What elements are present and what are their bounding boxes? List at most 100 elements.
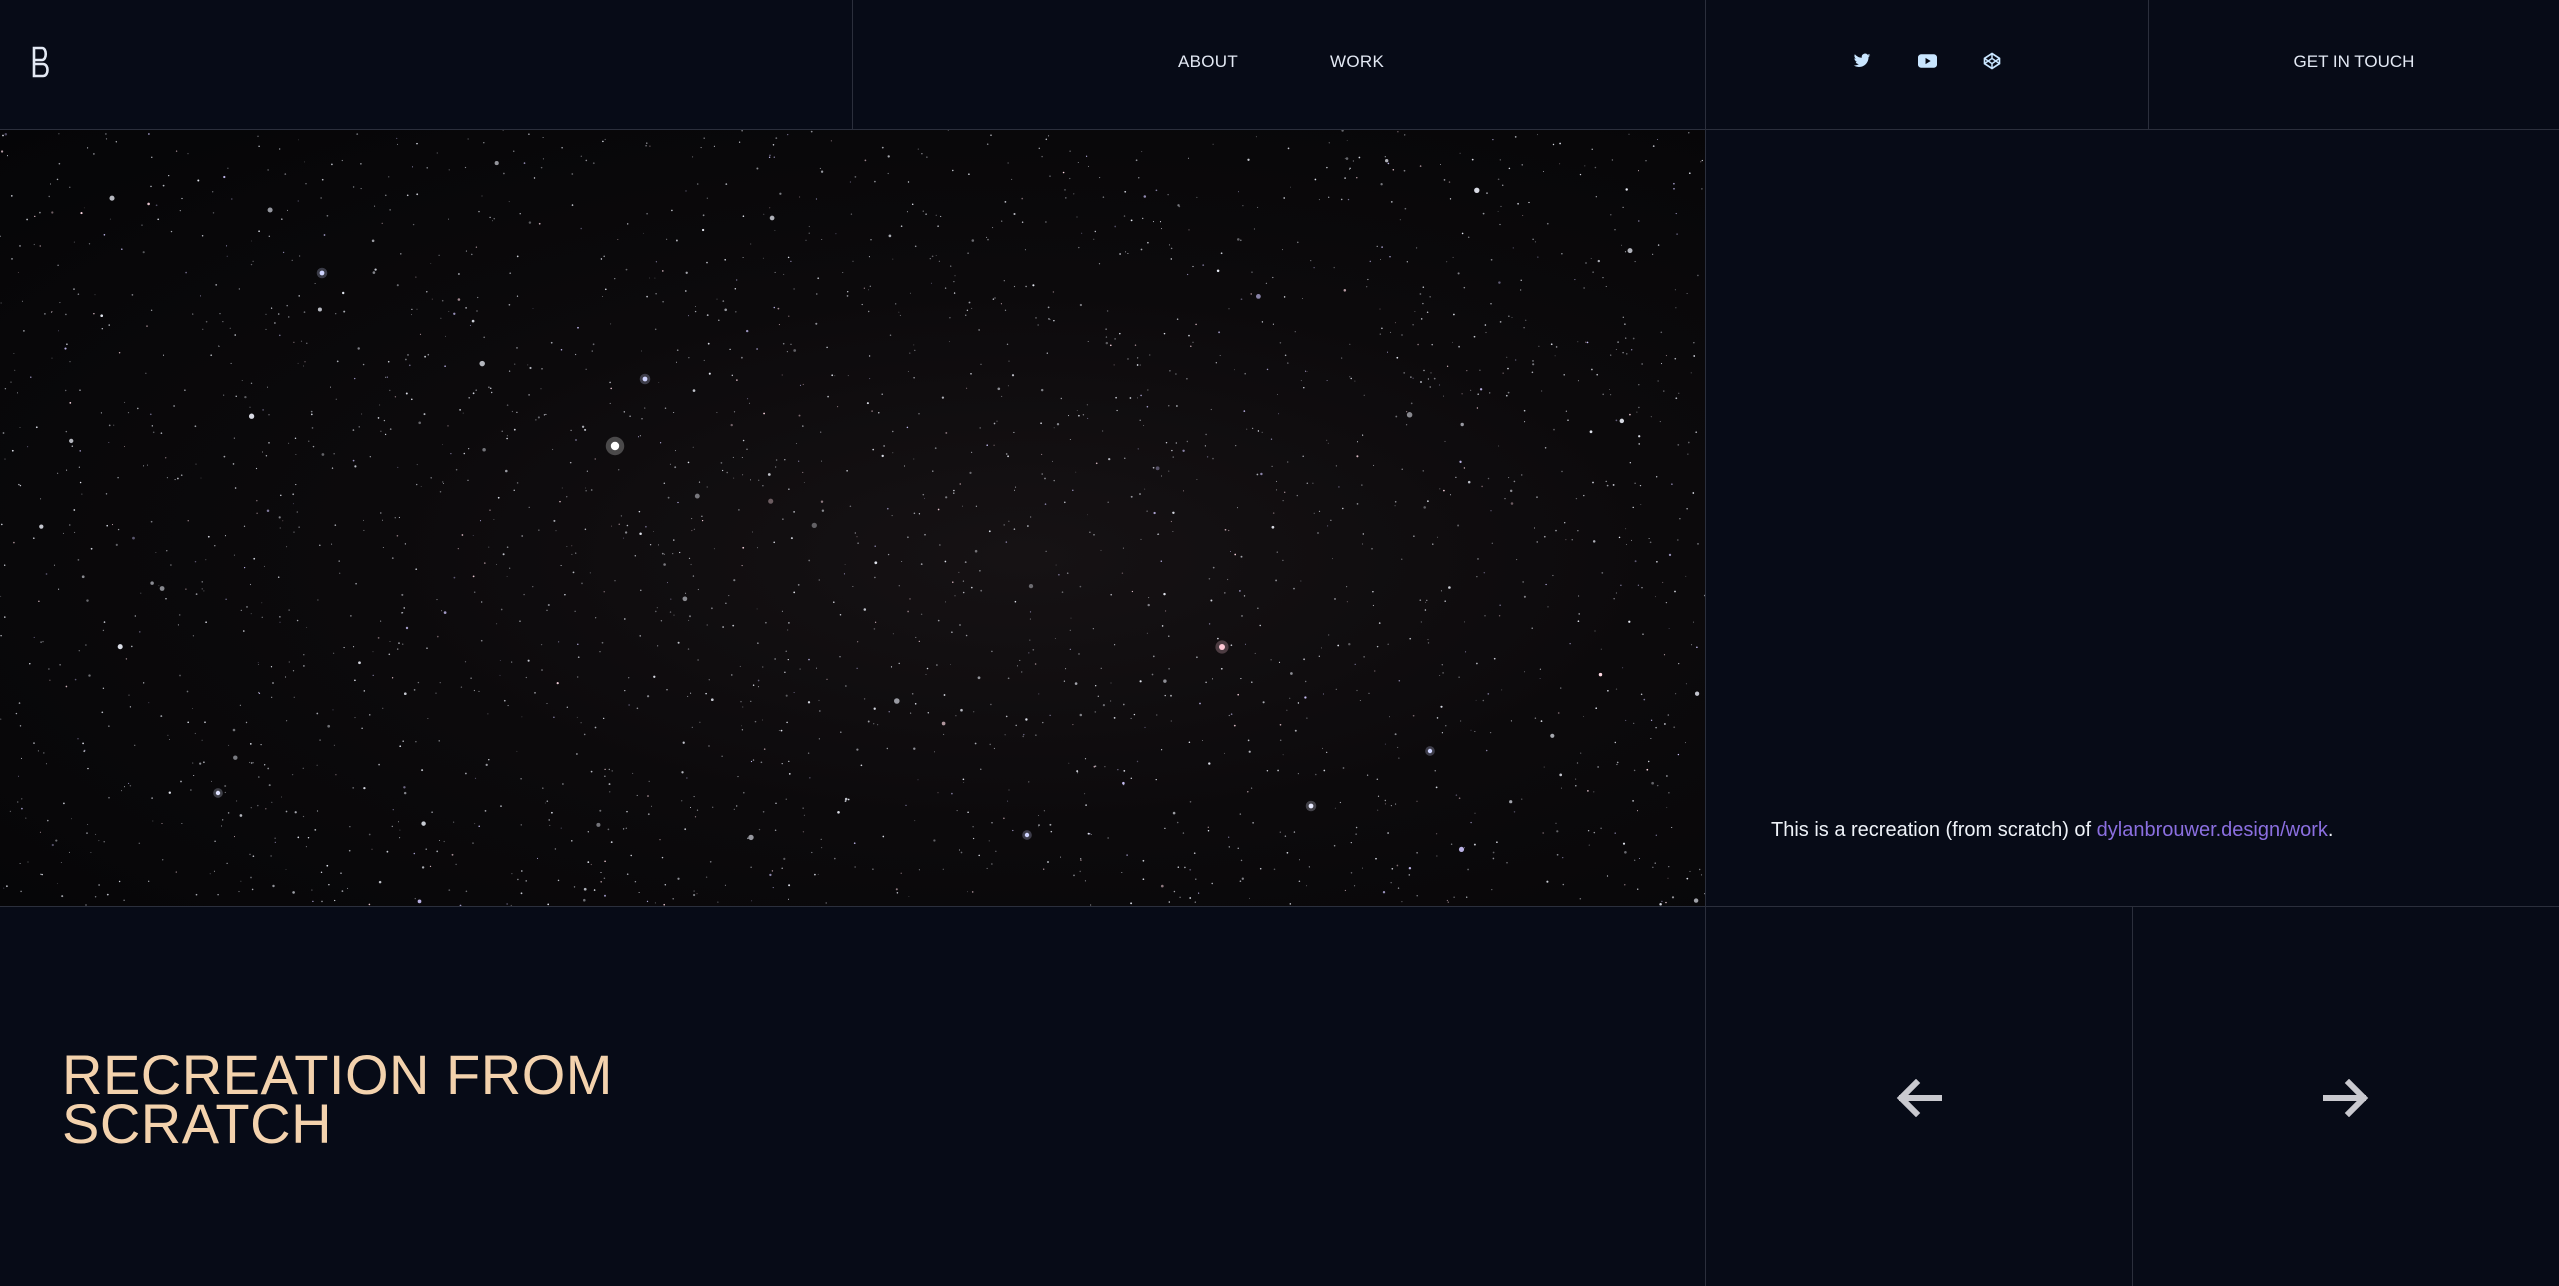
star bbox=[1178, 205, 1181, 208]
star bbox=[338, 560, 340, 562]
star bbox=[590, 770, 593, 773]
star bbox=[587, 831, 589, 833]
credit-link[interactable]: dylanbrouwer.design/work bbox=[2097, 819, 2328, 841]
star bbox=[1610, 354, 1612, 356]
star bbox=[402, 740, 404, 742]
star bbox=[19, 484, 22, 487]
star bbox=[1571, 539, 1573, 541]
star bbox=[1349, 376, 1351, 378]
star bbox=[1417, 343, 1419, 346]
star bbox=[1186, 377, 1188, 380]
star bbox=[1459, 460, 1462, 463]
star bbox=[962, 580, 965, 582]
star bbox=[1620, 584, 1622, 587]
codepen-icon[interactable] bbox=[1981, 50, 2003, 72]
star bbox=[673, 539, 675, 541]
star bbox=[566, 706, 568, 708]
star bbox=[943, 733, 945, 735]
star bbox=[757, 642, 759, 644]
star bbox=[1245, 643, 1246, 645]
star bbox=[559, 500, 561, 503]
star bbox=[1394, 733, 1397, 736]
star bbox=[603, 717, 605, 720]
next-button[interactable] bbox=[2133, 910, 2559, 1286]
get-in-touch-button[interactable]: GET IN TOUCH bbox=[2149, 52, 2559, 72]
twitter-icon[interactable] bbox=[1851, 50, 1873, 72]
star bbox=[891, 515, 893, 517]
star bbox=[1427, 500, 1429, 503]
star bbox=[1350, 841, 1352, 844]
star bbox=[1163, 332, 1166, 335]
star bbox=[445, 335, 446, 337]
star bbox=[1047, 306, 1050, 309]
star bbox=[1654, 862, 1656, 864]
star bbox=[909, 292, 911, 294]
star bbox=[391, 677, 394, 679]
previous-button[interactable] bbox=[1706, 910, 2132, 1286]
star bbox=[190, 789, 192, 791]
star bbox=[520, 870, 523, 872]
star bbox=[501, 430, 503, 432]
star bbox=[742, 256, 744, 259]
star bbox=[593, 889, 596, 891]
credit-suffix: . bbox=[2327, 819, 2334, 841]
star bbox=[746, 448, 748, 450]
star bbox=[249, 583, 252, 586]
nav-work-link[interactable]: WORK bbox=[1330, 52, 1384, 72]
star bbox=[296, 619, 299, 622]
star bbox=[1401, 900, 1403, 903]
star bbox=[956, 810, 958, 812]
star bbox=[603, 255, 605, 258]
star bbox=[1104, 766, 1106, 768]
star bbox=[380, 512, 382, 514]
star bbox=[1346, 586, 1348, 588]
star bbox=[443, 611, 447, 614]
star bbox=[1659, 902, 1662, 906]
star bbox=[1304, 696, 1307, 699]
star bbox=[649, 277, 651, 279]
star bbox=[688, 557, 691, 560]
bright-star bbox=[1219, 644, 1225, 650]
star bbox=[420, 486, 422, 487]
star bbox=[1348, 643, 1351, 646]
star bbox=[1591, 368, 1593, 371]
star bbox=[1587, 790, 1589, 792]
star bbox=[1251, 681, 1253, 683]
star bbox=[472, 842, 474, 844]
star bbox=[571, 173, 574, 175]
star bbox=[1077, 161, 1079, 164]
star bbox=[787, 629, 789, 631]
star bbox=[1275, 579, 1278, 582]
star bbox=[788, 315, 790, 317]
nav-about-link[interactable]: ABOUT bbox=[1178, 52, 1238, 72]
star bbox=[78, 649, 81, 652]
star bbox=[1479, 388, 1483, 391]
star bbox=[389, 209, 391, 211]
star bbox=[874, 576, 876, 579]
star bbox=[1215, 362, 1217, 364]
star bbox=[13, 541, 15, 544]
logo-icon[interactable] bbox=[30, 46, 54, 78]
star bbox=[1068, 762, 1070, 764]
star bbox=[184, 389, 186, 392]
star bbox=[1208, 762, 1211, 765]
star bbox=[1464, 847, 1465, 849]
star bbox=[1355, 833, 1357, 835]
star bbox=[542, 136, 544, 139]
star bbox=[1192, 265, 1194, 268]
star bbox=[205, 320, 208, 323]
star bbox=[1168, 667, 1170, 670]
star bbox=[1389, 256, 1391, 258]
star bbox=[554, 848, 557, 850]
star bbox=[1399, 219, 1401, 221]
star bbox=[1287, 147, 1290, 150]
star bbox=[517, 878, 519, 881]
star bbox=[398, 821, 400, 823]
star bbox=[232, 463, 235, 465]
star bbox=[506, 903, 508, 905]
star bbox=[30, 376, 32, 378]
star bbox=[625, 268, 628, 271]
star bbox=[1172, 531, 1174, 533]
youtube-icon[interactable] bbox=[1916, 50, 1938, 72]
star bbox=[511, 661, 513, 663]
